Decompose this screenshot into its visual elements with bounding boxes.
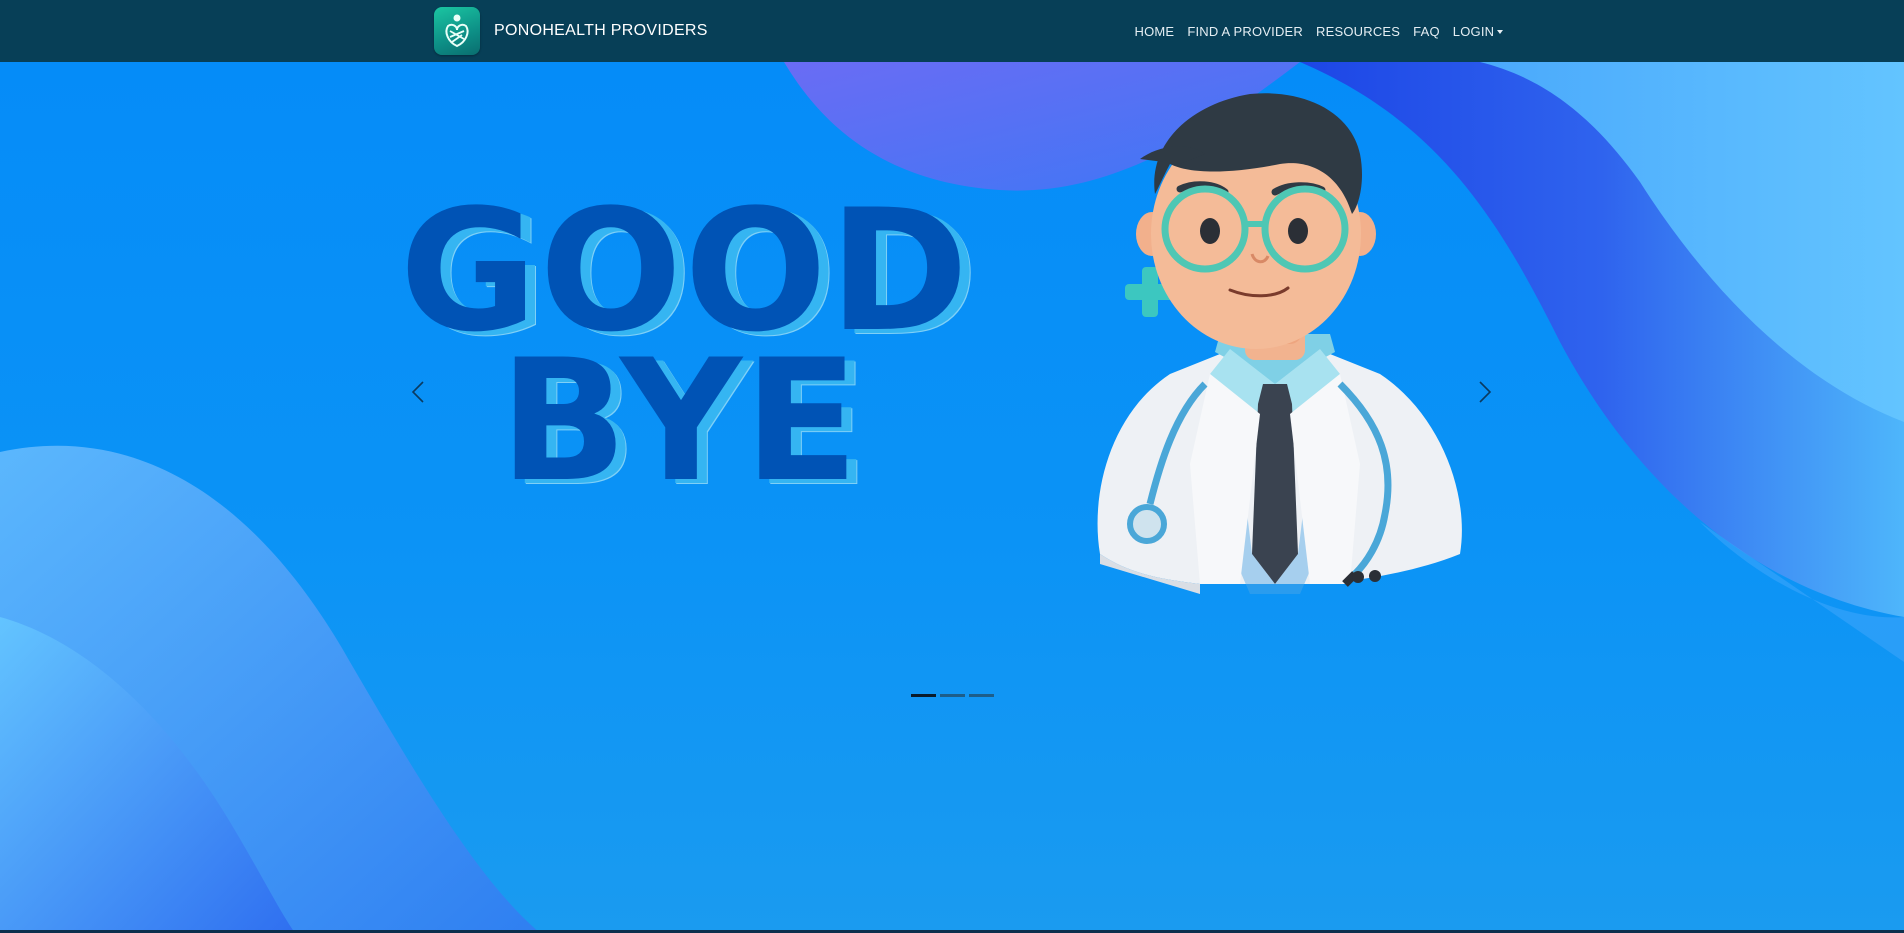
chevron-left-icon: [411, 381, 424, 403]
nav-faq-link[interactable]: FAQ: [1407, 24, 1447, 39]
hands-heart-logo-icon: [434, 7, 480, 55]
carousel-next-button[interactable]: [1465, 362, 1505, 422]
brand-name: PONOHEALTH PROVIDERS: [494, 22, 708, 39]
hero-carousel: GOOD BYE: [0, 62, 1904, 933]
doctor-illustration: [1097, 93, 1462, 594]
carousel-indicators: [911, 694, 994, 697]
nav-find-provider-link[interactable]: FIND A PROVIDER: [1181, 24, 1310, 39]
nav-home-link[interactable]: HOME: [1128, 24, 1181, 39]
chevron-right-icon: [1479, 381, 1492, 403]
nav-links: HOME FIND A PROVIDER RESOURCES FAQ LOGIN: [1128, 0, 1510, 62]
hero-headline: GOOD BYE: [360, 187, 1010, 505]
carousel-indicator-3[interactable]: [969, 694, 994, 697]
carousel-indicator-1[interactable]: [911, 694, 936, 697]
brand-link[interactable]: PONOHEALTH PROVIDERS: [434, 6, 708, 56]
carousel-prev-button[interactable]: [398, 362, 438, 422]
top-navbar: PONOHEALTH PROVIDERS HOME FIND A PROVIDE…: [0, 0, 1904, 62]
caret-down-icon: [1497, 29, 1504, 34]
nav-login-dropdown[interactable]: LOGIN: [1446, 24, 1509, 39]
carousel-indicator-2[interactable]: [940, 694, 965, 697]
nav-resources-link[interactable]: RESOURCES: [1310, 24, 1407, 39]
login-label: LOGIN: [1452, 23, 1495, 39]
